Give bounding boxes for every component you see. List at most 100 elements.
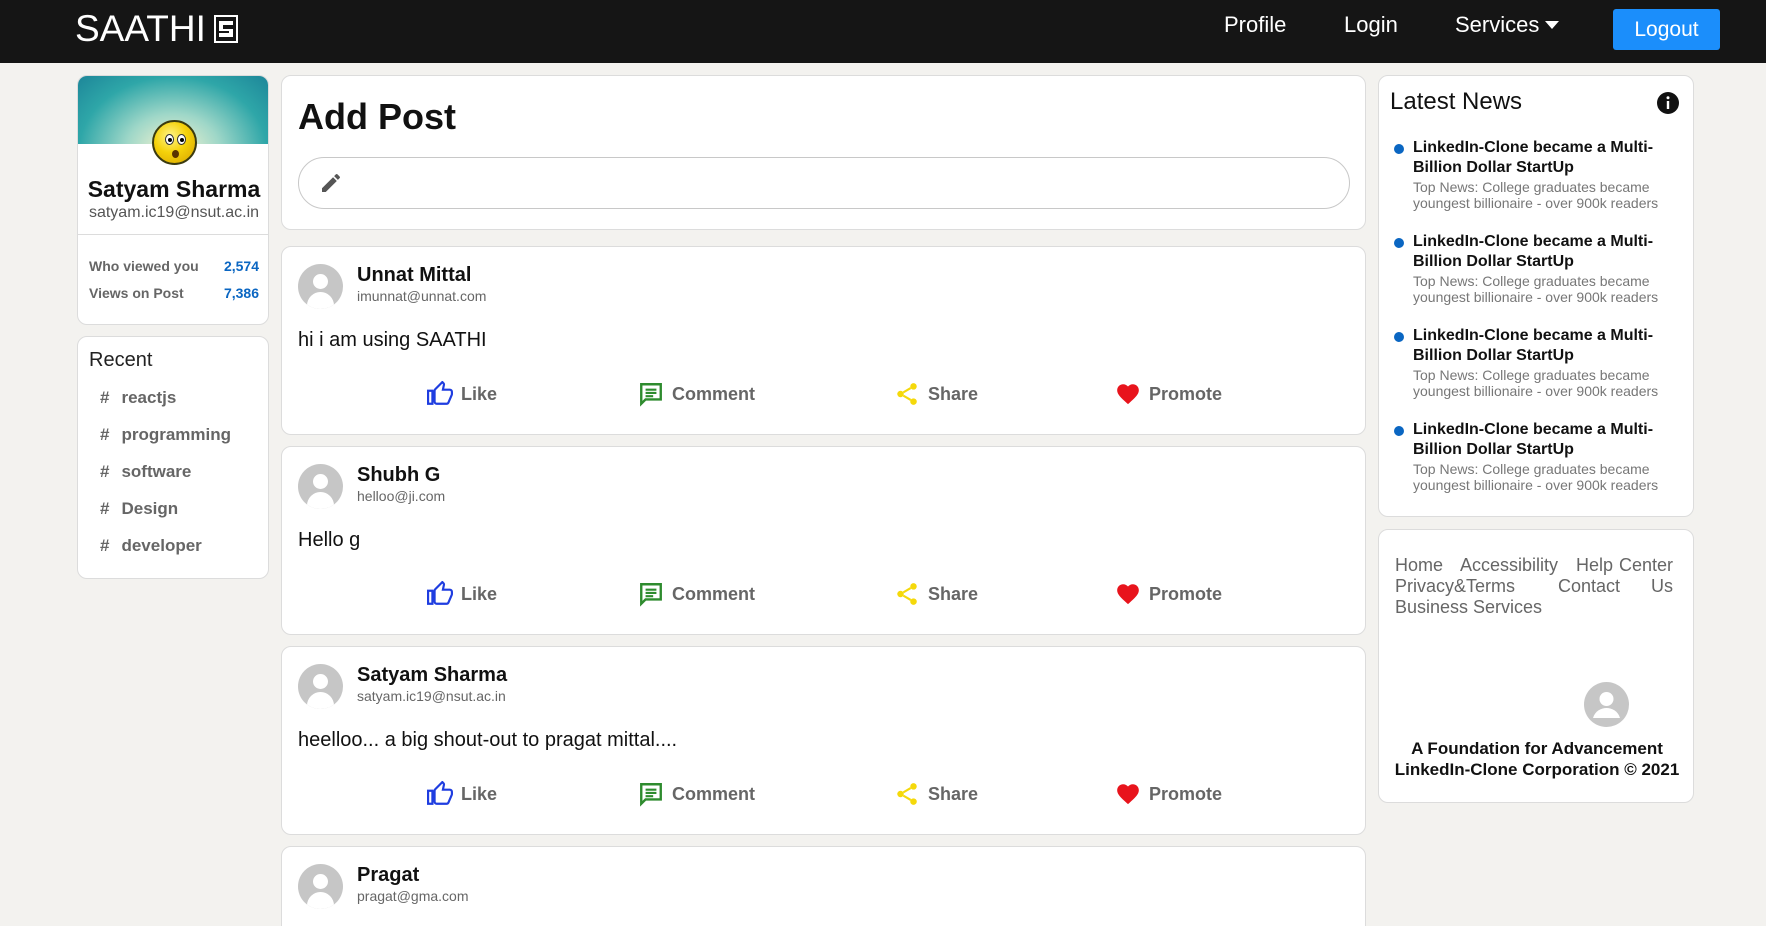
like-label: Like [461,583,498,604]
news-title: Latest News [1390,88,1523,115]
post-author-name: Shubh G [357,464,441,486]
heart-icon [1117,384,1139,405]
post-card: Unnat Mittal imunnat@unnat.com hi i am u… [281,246,1366,435]
news-headline: LinkedIn-Clone became a Multi-Billion Do… [1413,233,1654,270]
news-subtext: Top News: College graduates became young… [1413,179,1659,211]
like-button[interactable]: Like [427,381,497,407]
avatar-icon [1584,682,1629,727]
avatar-head [313,674,328,689]
bullet-icon [1394,332,1404,342]
comment-icon [640,583,662,607]
news-item[interactable]: LinkedIn-Clone became a Multi-Billion Do… [1394,138,1684,211]
post-author-name: Pragat [357,864,420,886]
comment-label: Comment [672,383,756,404]
share-label: Share [928,583,979,604]
share-button[interactable]: Share [894,581,978,607]
footer-tagline: A Foundation for Advancement LinkedIn-Cl… [1379,738,1695,780]
share-button[interactable]: Share [894,781,978,807]
recent-item-design[interactable]: # Design [100,499,178,519]
thumb-up-icon [427,381,453,405]
post-text: Hello g [298,529,361,551]
add-post-card: Add Post [281,75,1366,230]
news-headline: LinkedIn-Clone became a Multi-Billion Do… [1413,421,1654,458]
stat-value: 7,386 [223,285,259,301]
nav-login-link[interactable]: Login [1344,12,1398,38]
nav-services-label: Services [1455,12,1540,37]
recent-item-label: programming [121,425,232,444]
footer-link-contact-us[interactable]: Contact Us [1558,576,1673,596]
recent-item-software[interactable]: # software [100,462,191,482]
info-icon[interactable] [1656,91,1680,115]
like-button[interactable]: Like [427,781,497,807]
logout-button[interactable]: Logout [1613,9,1720,50]
footer-card: Home Accessibility Help Center Privacy&T… [1378,529,1694,803]
avatar-body [307,892,334,909]
post-card: Pragat pragat@gma.com [281,846,1366,926]
post-author-name: Satyam Sharma [357,664,508,686]
like-label: Like [461,783,498,804]
avatar-body [307,292,334,309]
footer-link-help-center[interactable]: Help Center [1576,555,1673,575]
news-subtext: Top News: College graduates became young… [1413,367,1659,399]
news-headline: LinkedIn-Clone became a Multi-Billion Do… [1413,139,1654,176]
recent-item-programming[interactable]: # programming [100,425,231,445]
heart-icon [1117,784,1139,805]
avatar[interactable] [298,864,343,909]
profile-name: Satyam Sharma [87,176,261,202]
comment-button[interactable]: Comment [638,581,755,607]
footer-link-privacy-terms[interactable]: Privacy&Terms [1395,576,1515,596]
brand-mark-icon [213,15,238,43]
news-item[interactable]: LinkedIn-Clone became a Multi-Billion Do… [1394,232,1684,305]
recent-item-label: software [121,462,192,481]
avatar[interactable] [298,464,343,509]
hashtag-icon: # [100,462,110,481]
profile-email: satyam.ic19@nsut.ac.in [88,204,260,221]
news-item[interactable]: LinkedIn-Clone became a Multi-Billion Do… [1394,420,1684,493]
avatar-eye-right [177,134,186,145]
comment-button[interactable]: Comment [638,781,755,807]
post-author-name: Unnat Mittal [357,264,472,286]
footer-line-2: LinkedIn-Clone Corporation © 2021 [1394,760,1680,779]
recent-item-developer[interactable]: # developer [100,536,202,556]
promote-label: Promote [1149,783,1223,804]
avatar-eye-left [165,134,174,145]
promote-button[interactable]: Promote [1115,381,1222,407]
recent-title: Recent [89,349,153,371]
footer-link-accessibility[interactable]: Accessibility [1460,555,1558,575]
comment-label: Comment [672,783,756,804]
post-text: heelloo... a big shout-out to pragat mit… [298,729,678,751]
caret-down-icon [1545,21,1560,29]
brand-logo[interactable]: SAATHI [75,8,238,50]
comment-button[interactable]: Comment [638,381,755,407]
bullet-icon [1394,426,1404,436]
footer-links: Home Accessibility Help Center Privacy&T… [1395,555,1685,618]
like-label: Like [461,383,498,404]
top-navbar: SAATHI Profile Login Services Logout [0,0,1766,63]
avatar[interactable] [298,264,343,309]
avatar-head [313,474,328,489]
stat-who-viewed[interactable]: Who viewed you 2,574 [89,258,259,274]
footer-link-home[interactable]: Home [1395,555,1443,575]
post-card: Satyam Sharma satyam.ic19@nsut.ac.in hee… [281,646,1366,835]
stat-views-on-post[interactable]: Views on Post 7,386 [89,285,259,301]
promote-button[interactable]: Promote [1115,781,1222,807]
footer-link-business-services[interactable]: Business Services [1395,597,1542,617]
recent-card: Recent # reactjs # programming # software #… [77,336,269,579]
news-item[interactable]: LinkedIn-Clone became a Multi-Billion Do… [1394,326,1684,399]
profile-avatar[interactable] [152,120,197,165]
like-button[interactable]: Like [427,581,497,607]
nav-services-dropdown[interactable]: Services [1455,12,1560,38]
promote-button[interactable]: Promote [1115,581,1222,607]
recent-item-label: developer [121,536,202,555]
stat-label: Views on Post [89,285,184,301]
comment-label: Comment [672,583,756,604]
recent-item-reactjs[interactable]: # reactjs [100,388,176,408]
avatar[interactable] [298,664,343,709]
stat-value: 2,574 [223,258,259,274]
post-input[interactable] [298,157,1350,209]
stat-label: Who viewed you [89,258,199,274]
comment-icon [640,783,662,807]
bullet-icon [1394,144,1404,154]
share-button[interactable]: Share [894,381,978,407]
nav-profile-link[interactable]: Profile [1224,12,1286,38]
